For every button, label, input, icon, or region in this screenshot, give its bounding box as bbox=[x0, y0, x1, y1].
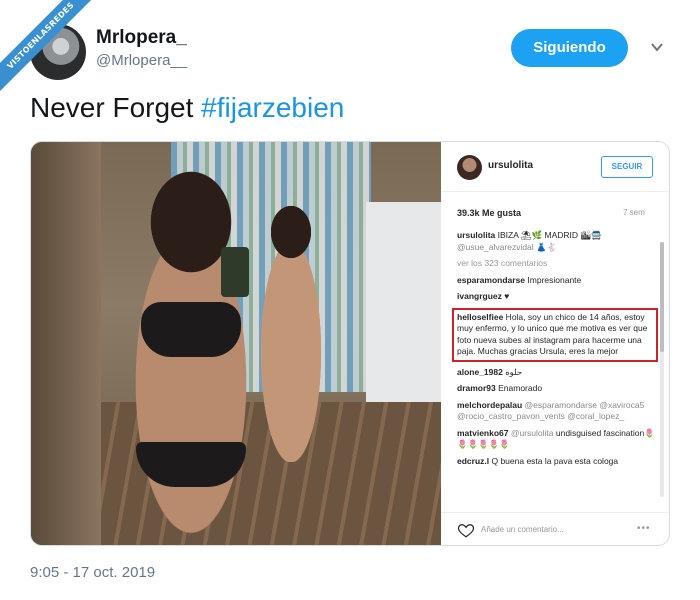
hashtag-link[interactable]: #fijarzebien bbox=[201, 92, 344, 123]
ig-comments: ursulolita IBIZA ⛱🌿 MADRID 🏙🚍 @usue_alvar… bbox=[452, 230, 658, 472]
ig-avatar bbox=[457, 155, 482, 180]
ig-add-comment: Añade un comentario... bbox=[481, 525, 564, 534]
ig-highlighted-comment: helloselfiee Hola, soy un chico de 14 añ… bbox=[452, 307, 658, 362]
ig-header: ursulolita SEGUIR bbox=[441, 142, 669, 192]
ig-view-all-comments: ver los 323 comentarios bbox=[457, 258, 548, 268]
ig-comment: melchordepalau @esparamondarse @xaviroca… bbox=[457, 399, 645, 422]
wooden-door bbox=[31, 142, 101, 545]
tweet-media-image[interactable]: ursulolita SEGUIR 39.3k Me gusta 7 sem u… bbox=[30, 141, 670, 546]
phone bbox=[221, 247, 249, 297]
ig-likes: 39.3k Me gusta bbox=[457, 208, 522, 218]
ig-footer: Añade un comentario... ••• bbox=[441, 512, 669, 545]
ig-comment: dramor93 Enamorado bbox=[457, 383, 543, 393]
heart-icon bbox=[457, 524, 475, 538]
person-background bbox=[256, 202, 326, 462]
watermark-text: VISTOENLASREDES bbox=[0, 0, 100, 97]
tweet-timestamp[interactable]: 9:05 - 17 oct. 2019 bbox=[30, 564, 155, 581]
chevron-down-icon[interactable] bbox=[650, 40, 664, 54]
ig-comment: esparamondarse Impresionante bbox=[457, 274, 582, 285]
bikini-top bbox=[141, 302, 241, 357]
background-wall bbox=[366, 202, 441, 412]
following-button[interactable]: Siguiendo bbox=[511, 29, 628, 67]
watermark-ribbon: VISTOENLASREDES bbox=[0, 0, 100, 100]
ig-comment: ivangrguez ♥ bbox=[457, 291, 510, 301]
display-name[interactable]: Mrlopera_ bbox=[96, 27, 187, 49]
ig-follow-button: SEGUIR bbox=[601, 156, 653, 178]
instagram-panel: ursulolita SEGUIR 39.3k Me gusta 7 sem u… bbox=[441, 142, 669, 545]
ig-scroll-thumb bbox=[660, 242, 664, 352]
ig-username: ursulolita bbox=[488, 160, 534, 171]
ig-comment: edcruz.l Q buena esta la pava esta colog… bbox=[457, 455, 619, 466]
photo bbox=[31, 142, 441, 545]
ig-comment: ursulolita IBIZA ⛱🌿 MADRID 🏙🚍 @usue_alvar… bbox=[457, 230, 602, 252]
ig-age: 7 sem bbox=[623, 208, 645, 217]
user-handle[interactable]: @Mrlopera__ bbox=[96, 52, 187, 69]
ig-comment: alone_1982 حلوه bbox=[457, 366, 523, 377]
ig-comment: matvienko67 @ursulolita undisguised fasc… bbox=[457, 427, 655, 450]
more-options-icon: ••• bbox=[637, 523, 651, 534]
